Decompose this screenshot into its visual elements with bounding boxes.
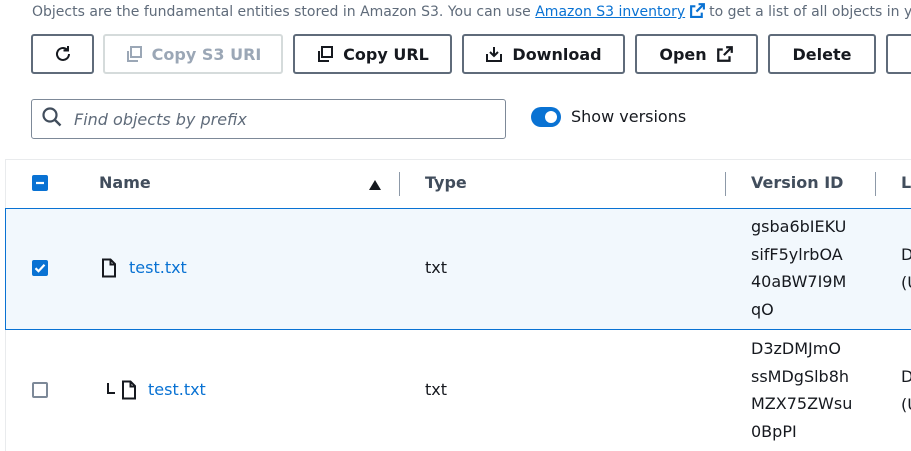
column-header-last[interactable]: L (901, 173, 911, 193)
search-icon (41, 106, 63, 132)
search-field[interactable] (31, 99, 506, 139)
column-header-type[interactable]: Type (425, 173, 467, 193)
copy-icon (316, 45, 334, 63)
last-column-cell: D (U (901, 241, 911, 296)
column-header-name[interactable]: Name (99, 173, 151, 193)
last-column-line: (U (901, 394, 911, 414)
row-checkbox[interactable] (32, 260, 48, 276)
delete-button[interactable]: Delete (768, 34, 876, 74)
copy-s3-uri-button[interactable]: Copy S3 URI (103, 34, 283, 74)
version-id-line: sifF5ylrbOA (751, 244, 843, 264)
row-checkbox[interactable] (32, 382, 48, 398)
version-id-line: qO (751, 299, 774, 319)
external-link-icon (716, 45, 734, 63)
download-label: Download (512, 44, 602, 64)
refresh-icon (53, 44, 73, 64)
table-top-border (6, 159, 911, 160)
sort-ascending-icon[interactable] (368, 176, 382, 195)
actions-button[interactable] (886, 34, 911, 74)
search-input[interactable] (72, 108, 476, 130)
object-name-link[interactable]: test.txt (148, 380, 206, 400)
object-type: txt (425, 258, 448, 277)
version-id-line: gsba6bIEKU (751, 217, 847, 236)
inventory-link[interactable]: Amazon S3 inventory (535, 4, 685, 20)
open-button[interactable]: Open (635, 34, 758, 74)
version-id: gsba6bIEKU sifF5ylrbOA 40aBW7I9M qO (751, 213, 846, 323)
open-label: Open (659, 44, 707, 64)
copy-s3-uri-label: Copy S3 URI (151, 44, 262, 64)
toggle-knob (545, 111, 557, 123)
file-icon (121, 380, 137, 404)
column-divider[interactable] (875, 172, 876, 196)
show-versions-toggle[interactable] (531, 107, 561, 127)
column-divider[interactable] (399, 172, 400, 196)
version-id: D3zDMJmO ssMDgSlb8h MZX75ZWsu 0BpPI (751, 335, 852, 445)
description-text-before: Objects are the fundamental entities sto… (32, 4, 531, 20)
version-id-line: 0BpPI (751, 421, 797, 441)
copy-url-button[interactable]: Copy URL (293, 34, 452, 74)
tree-branch-icon (106, 381, 116, 400)
object-type: txt (425, 380, 448, 399)
objects-description: Objects are the fundamental entities sto… (32, 2, 911, 24)
version-id-line: D3zDMJmO (751, 339, 841, 358)
delete-label: Delete (792, 44, 852, 64)
object-name-link[interactable]: test.txt (129, 258, 187, 278)
version-id-line: MZX75ZWsu (751, 394, 853, 413)
last-column-line: D (901, 245, 911, 264)
show-versions-label: Show versions (571, 107, 687, 126)
version-id-line: ssMDgSlb8h (751, 366, 850, 386)
column-divider[interactable] (725, 172, 726, 196)
download-icon (485, 45, 503, 63)
select-all-checkbox[interactable] (32, 175, 48, 191)
refresh-button[interactable] (31, 34, 94, 74)
external-link-icon (689, 2, 706, 24)
copy-icon (125, 45, 143, 63)
column-header-version-id[interactable]: Version ID (751, 173, 843, 193)
last-column-cell: D (U (901, 363, 911, 418)
s3-objects-panel: Objects are the fundamental entities sto… (0, 0, 911, 451)
copy-url-label: Copy URL (343, 44, 429, 64)
download-button[interactable]: Download (462, 34, 625, 74)
version-id-line: 40aBW7I9M (751, 272, 847, 291)
file-icon (101, 258, 117, 282)
description-text-after: to get a list of all objects in your (709, 4, 911, 20)
last-column-line: D (901, 367, 911, 386)
last-column-line: (U (901, 272, 911, 292)
